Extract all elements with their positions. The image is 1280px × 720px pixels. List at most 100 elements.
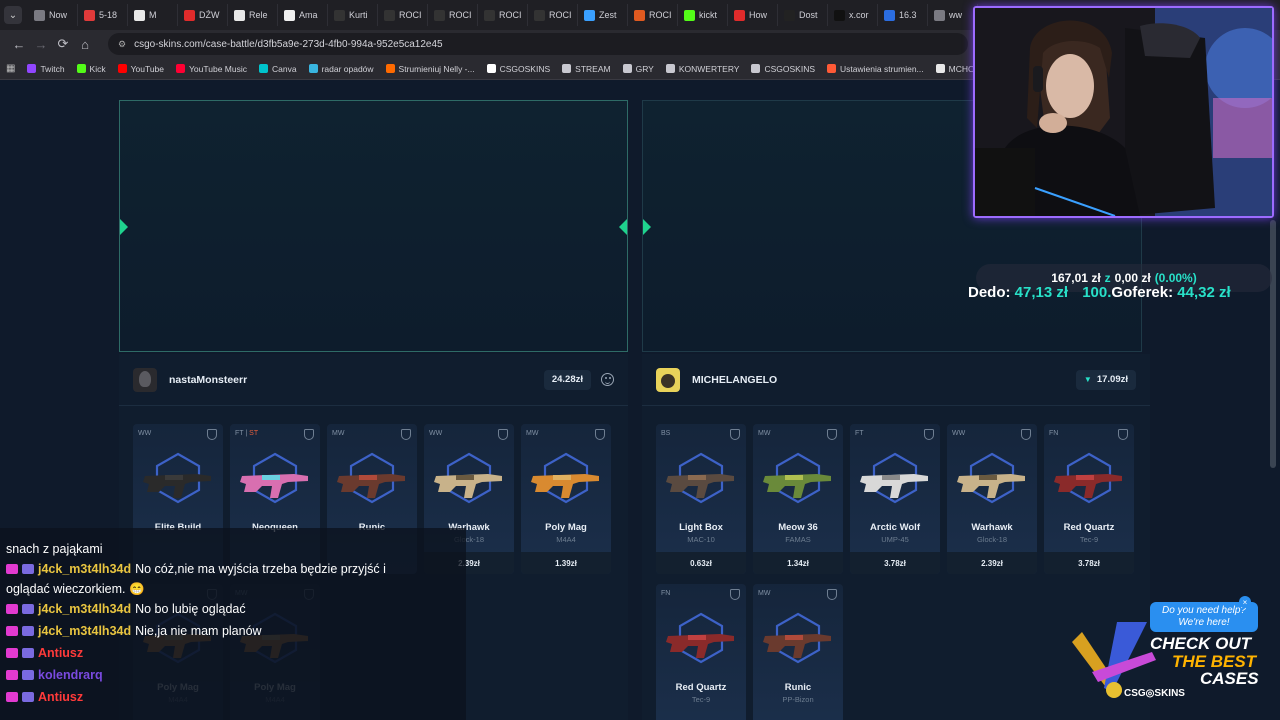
player-total: 24.28zł bbox=[543, 369, 591, 390]
promo-banner[interactable]: Do you need help? We're here! × CHECK OU… bbox=[1062, 596, 1280, 706]
chat-username: j4ck_m3t4lh34d bbox=[38, 562, 132, 576]
browser-tab[interactable]: ROCI bbox=[528, 4, 578, 26]
bookmark-favicon-icon bbox=[27, 64, 37, 73]
shield-icon[interactable] bbox=[1118, 429, 1128, 440]
item-card[interactable]: FT Arctic Wolf UMP-45 3.78zł bbox=[850, 424, 940, 574]
browser-tab[interactable]: 5-18 bbox=[78, 4, 128, 26]
home-button[interactable]: ⌂ bbox=[74, 33, 96, 55]
chat-username: j4ck_m3t4lh34d bbox=[38, 624, 132, 638]
ticker-name-1: Dedo: bbox=[968, 284, 1011, 301]
bookmark-item[interactable]: YouTube bbox=[117, 64, 164, 74]
bookmark-item[interactable]: GRY bbox=[622, 64, 654, 74]
player-name[interactable]: MICHELANGELO bbox=[692, 374, 777, 386]
bookmark-item[interactable]: STREAM bbox=[562, 64, 611, 74]
chat-message: j4ck_m3t4lh34d No bo lubię oglądać bbox=[6, 602, 246, 616]
browser-tab[interactable]: ROCI bbox=[478, 4, 528, 26]
tab-title: ROCI bbox=[649, 10, 672, 20]
bookmark-item[interactable]: CSGOSKINS bbox=[751, 64, 815, 74]
browser-tab[interactable]: kickt bbox=[678, 4, 728, 26]
browser-tab[interactable]: M bbox=[128, 4, 178, 26]
browser-tab[interactable]: Zest bbox=[578, 4, 628, 26]
bookmark-item[interactable]: CSGOSKINS bbox=[486, 64, 550, 74]
item-price: 3.78zł bbox=[1044, 552, 1134, 574]
reload-button[interactable]: ⟳ bbox=[52, 33, 74, 55]
stats-percent: (0.00%) bbox=[1154, 271, 1197, 285]
tab-title: ROCI bbox=[449, 10, 472, 20]
shield-icon[interactable] bbox=[827, 429, 837, 440]
item-card[interactable]: WW Warhawk Glock-18 2.39zł bbox=[947, 424, 1037, 574]
browser-tab[interactable]: x.cor bbox=[828, 4, 878, 26]
bookmark-item[interactable]: Kick bbox=[76, 63, 106, 74]
tab-list-button[interactable]: ⌄ bbox=[4, 6, 22, 24]
item-card[interactable]: BS Light Box MAC-10 0.63zł bbox=[656, 424, 746, 574]
shield-icon[interactable] bbox=[827, 589, 837, 600]
bookmark-list: Twitch Kick YouTube YouTube Music Canva radar… bbox=[27, 64, 1006, 74]
browser-tab[interactable]: How bbox=[728, 4, 778, 26]
tab-favicon-icon bbox=[84, 9, 95, 21]
shield-icon[interactable] bbox=[730, 429, 740, 440]
avatar[interactable] bbox=[133, 367, 157, 392]
browser-tab[interactable]: Rele bbox=[228, 4, 278, 26]
tab-title: M bbox=[149, 10, 157, 20]
close-icon[interactable]: × bbox=[1239, 596, 1251, 608]
avatar[interactable] bbox=[656, 367, 680, 392]
browser-tab[interactable]: ww bbox=[928, 4, 978, 26]
browser-tab[interactable]: Kurti bbox=[328, 4, 378, 26]
weapon-image bbox=[666, 634, 734, 658]
shield-icon[interactable] bbox=[924, 429, 934, 440]
browser-tab[interactable]: Dost bbox=[778, 4, 828, 26]
bookmark-item[interactable]: Strumieniuj Nelly -... bbox=[385, 64, 475, 74]
site-info-icon[interactable]: ⚙ bbox=[118, 39, 126, 50]
reel-marker-right-icon bbox=[120, 219, 128, 235]
shield-icon[interactable] bbox=[207, 429, 217, 440]
shield-icon[interactable] bbox=[304, 429, 314, 440]
browser-tab[interactable]: ROCI bbox=[628, 4, 678, 26]
shield-icon[interactable] bbox=[595, 429, 605, 440]
item-card[interactable]: MW Poly Mag M4A4 1.39zł bbox=[521, 424, 611, 574]
wear-value: WW bbox=[138, 430, 152, 437]
promo-logo: CSG◎SKINS bbox=[1124, 688, 1185, 699]
bookmark-favicon-icon bbox=[935, 64, 945, 73]
item-card[interactable]: FN Red Quartz Tec-9 bbox=[656, 584, 746, 720]
bookmark-favicon-icon bbox=[308, 64, 318, 73]
url-field[interactable]: ⚙ csgo-skins.com/case-battle/d3fb5a9e-27… bbox=[108, 33, 968, 55]
back-button[interactable]: ← bbox=[8, 33, 30, 55]
browser-tab[interactable]: ROCI bbox=[378, 4, 428, 26]
shield-icon[interactable] bbox=[498, 429, 508, 440]
browser-tab[interactable]: Ama bbox=[278, 4, 328, 26]
wear-value: MW bbox=[526, 430, 539, 437]
chat-text: snach z pająkami bbox=[6, 542, 103, 556]
bookmark-item[interactable]: Canva bbox=[258, 63, 297, 74]
bookmark-item[interactable]: radar opadów bbox=[308, 64, 374, 74]
bookmark-item[interactable]: Twitch bbox=[27, 64, 65, 74]
item-card[interactable]: MW Meow 36 FAMAS 1.34zł bbox=[753, 424, 843, 574]
browser-tab[interactable]: Now bbox=[28, 4, 78, 26]
item-card[interactable]: FN Red Quartz Tec-9 3.78zł bbox=[1044, 424, 1134, 574]
player-name[interactable]: nastaMonsteerr bbox=[169, 374, 247, 386]
player-total-value: 24.28zł bbox=[551, 374, 583, 385]
bookmark-label: Canva bbox=[271, 63, 297, 74]
shield-icon[interactable] bbox=[1021, 429, 1031, 440]
sub-badge-icon bbox=[22, 670, 34, 680]
browser-tab[interactable]: DŹW bbox=[178, 4, 228, 26]
tab-favicon-icon bbox=[484, 9, 495, 21]
item-card[interactable]: MW Runic PP-Bizon bbox=[753, 584, 843, 720]
shield-icon[interactable] bbox=[730, 589, 740, 600]
bookmark-item[interactable]: KONWERTERY bbox=[665, 64, 739, 74]
tab-title: Now bbox=[49, 10, 68, 20]
forward-button[interactable]: → bbox=[30, 33, 52, 55]
tab-title: Rele bbox=[249, 10, 268, 20]
browser-tab[interactable]: ROCI bbox=[428, 4, 478, 26]
bookmark-item[interactable]: YouTube Music bbox=[176, 64, 247, 74]
emote-icon[interactable] bbox=[601, 373, 614, 386]
bookmark-favicon-icon bbox=[665, 64, 675, 73]
bookmark-item[interactable]: Ustawienia strumien... bbox=[827, 64, 924, 74]
weapon-image bbox=[763, 474, 831, 498]
wear-value: WW bbox=[429, 430, 443, 437]
browser-tab[interactable]: 16.3 bbox=[878, 4, 928, 26]
item-name: Arctic Wolf bbox=[870, 522, 920, 533]
bookmark-label: Kick bbox=[89, 63, 106, 74]
stream-chat-overlay: snach z pająkami j4ck_m3t4lh34d No cóż,nie… bbox=[0, 528, 466, 720]
apps-grid-icon[interactable]: ▦ bbox=[6, 63, 15, 74]
shield-icon[interactable] bbox=[401, 429, 411, 440]
